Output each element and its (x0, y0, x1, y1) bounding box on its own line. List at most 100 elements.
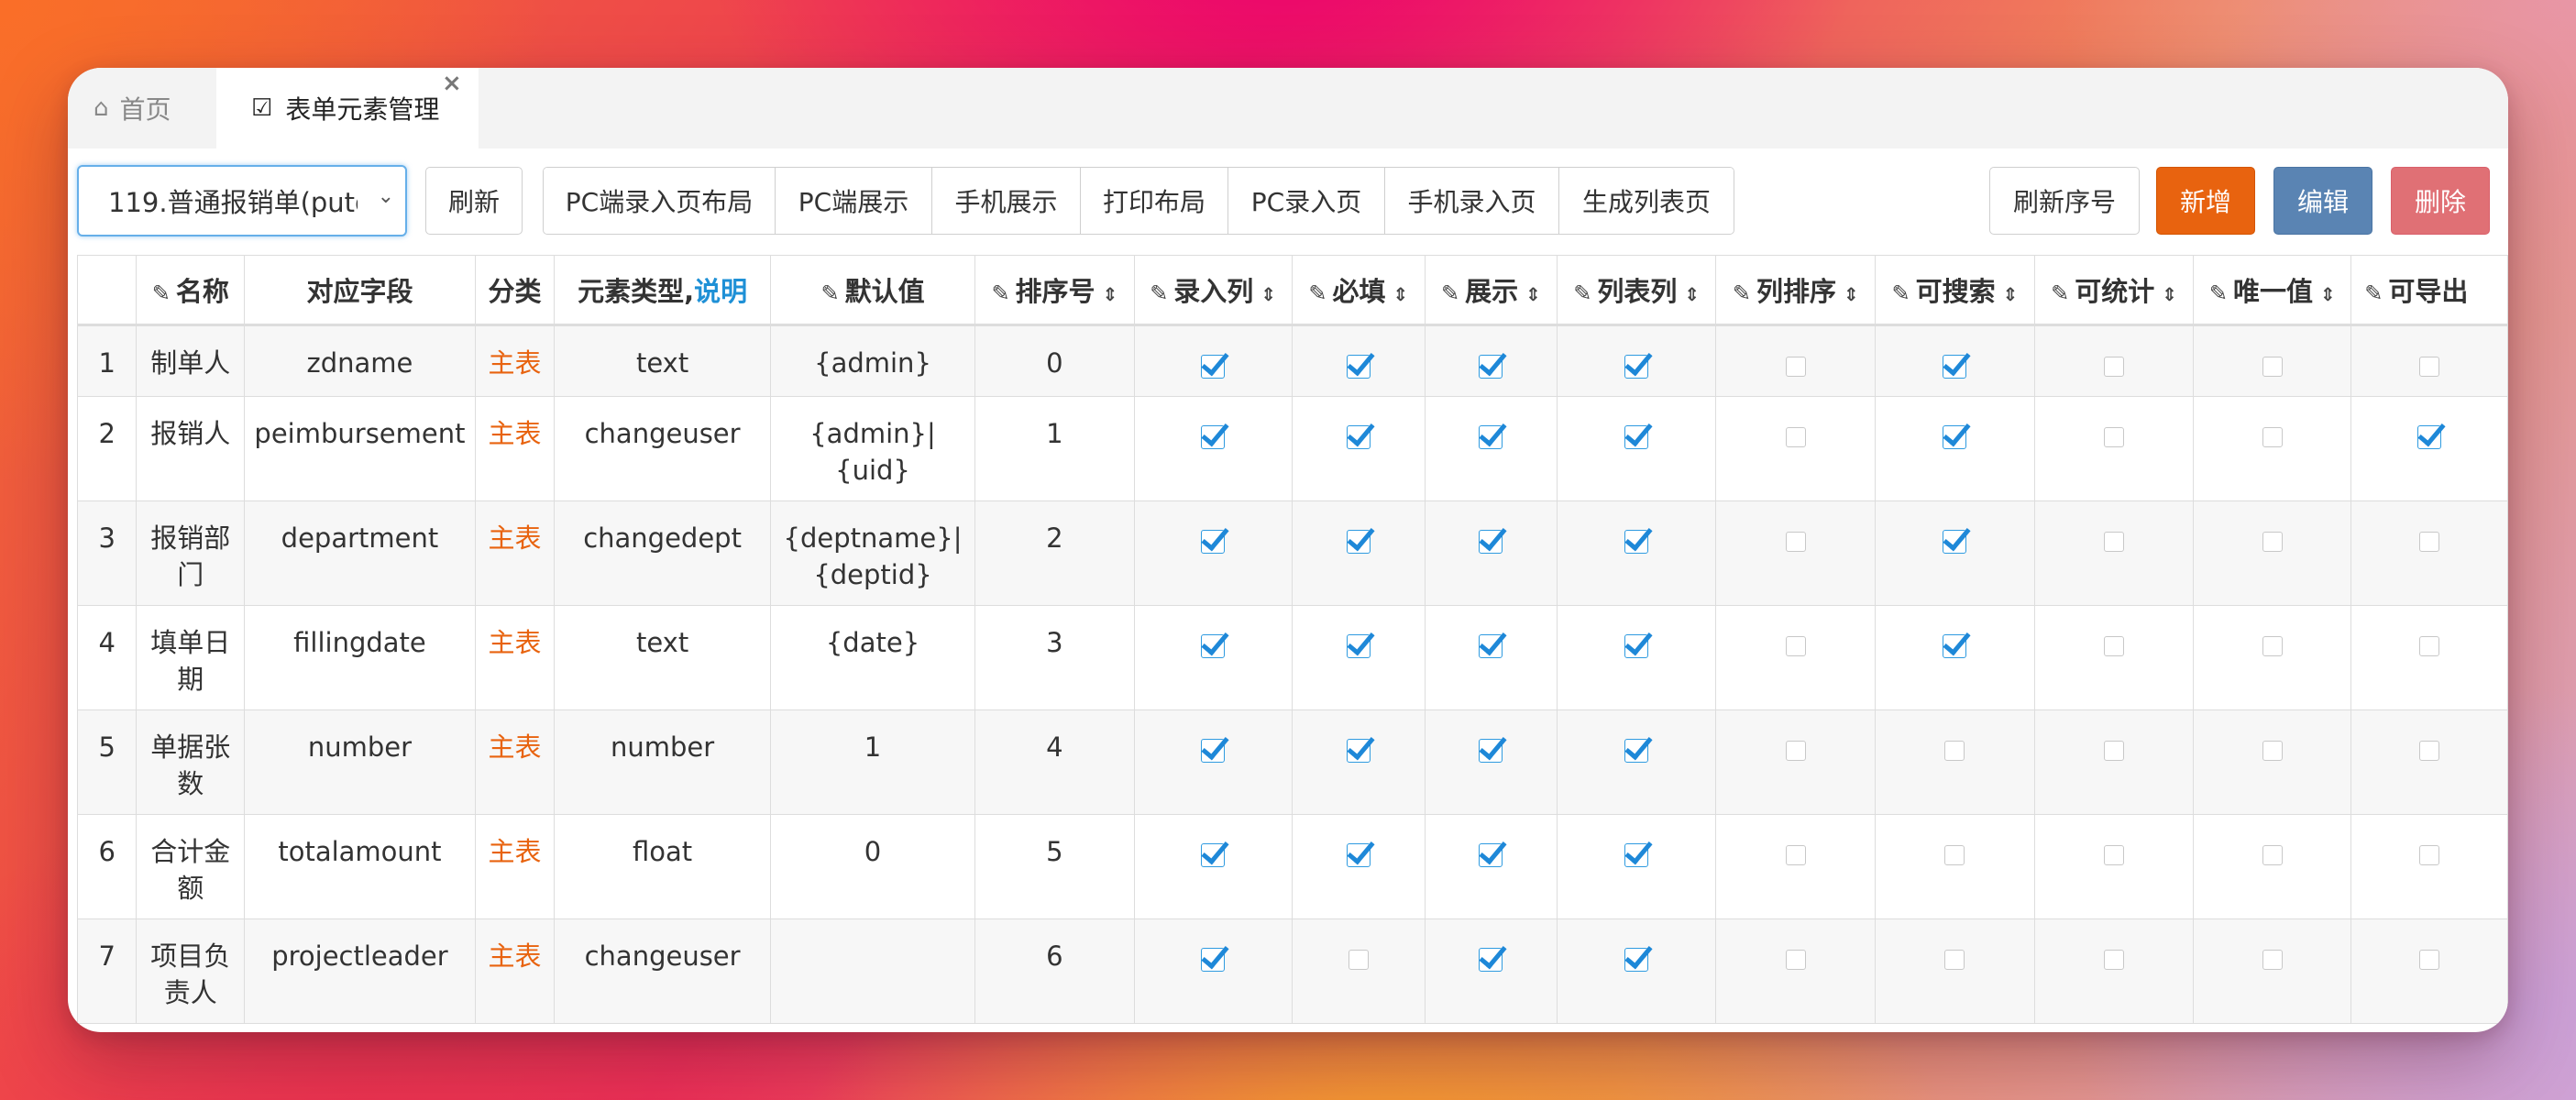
tab-form-elements[interactable]: ☑ 表单元素管理 (216, 68, 479, 148)
checkbox-checked[interactable] (1346, 355, 1371, 379)
checkbox-checked[interactable] (1201, 843, 1226, 867)
checkbox-unchecked[interactable] (1944, 950, 1965, 970)
checkbox-unchecked[interactable] (2262, 950, 2283, 970)
header-required[interactable]: ✎ 必填 ⇕ (1291, 255, 1426, 326)
refresh-button[interactable]: 刷新 (425, 167, 523, 235)
checkbox-checked[interactable] (1943, 634, 1967, 658)
checkbox-checked[interactable] (1943, 530, 1967, 554)
checkbox-unchecked[interactable] (2104, 741, 2125, 761)
table-row[interactable]: 2 报销人 peimbursement 主表 changeuser {admin}|{ui… (76, 396, 2508, 501)
header-name[interactable]: ✎ 名称 (136, 255, 246, 326)
checkbox-unchecked[interactable] (1785, 357, 1806, 377)
header-default[interactable]: ✎ 默认值 (769, 255, 976, 326)
checkbox-unchecked[interactable] (2262, 741, 2283, 761)
checkbox-unchecked[interactable] (2419, 950, 2440, 970)
checkbox-unchecked[interactable] (2104, 357, 2125, 377)
checkbox-checked[interactable] (1624, 355, 1649, 379)
checkbox-checked[interactable] (1479, 425, 1503, 449)
checkbox-checked[interactable] (1346, 634, 1371, 658)
checkbox-checked[interactable] (1479, 739, 1503, 763)
checkbox-checked[interactable] (1624, 634, 1649, 658)
checkbox-unchecked[interactable] (1785, 845, 1806, 865)
header-exportable[interactable]: ✎ 可导出 (2350, 255, 2508, 326)
header-sort[interactable]: ✎ 排序号 ⇕ (974, 255, 1135, 326)
checkbox-checked[interactable] (1201, 530, 1226, 554)
checkbox-unchecked[interactable] (2104, 427, 2125, 447)
checkbox-unchecked[interactable] (2262, 636, 2283, 656)
checkbox-unchecked[interactable] (1348, 950, 1369, 970)
type-help-link[interactable]: 说明 (694, 276, 747, 307)
checkbox-unchecked[interactable] (1944, 845, 1965, 865)
refresh-sequence-button[interactable]: 刷新序号 (1989, 167, 2140, 235)
mobile-input-page-button[interactable]: 手机录入页 (1385, 168, 1559, 234)
checkbox-checked[interactable] (1201, 355, 1226, 379)
checkbox-checked[interactable] (1943, 425, 1967, 449)
checkbox-unchecked[interactable] (2419, 532, 2440, 552)
checkbox-checked[interactable] (1346, 843, 1371, 867)
table-row[interactable]: 3 报销部门 department 主表 changedept {deptname}|{d… (76, 500, 2508, 606)
checkbox-checked[interactable] (1479, 948, 1503, 972)
checkbox-unchecked[interactable] (2104, 950, 2125, 970)
generate-list-page-button[interactable]: 生成列表页 (1559, 168, 1734, 234)
checkbox-unchecked[interactable] (2262, 845, 2283, 865)
checkbox-unchecked[interactable] (2419, 741, 2440, 761)
checkbox-unchecked[interactable] (2104, 532, 2125, 552)
checkbox-checked[interactable] (2417, 425, 2442, 449)
checkbox-checked[interactable] (1346, 530, 1371, 554)
header-input-col[interactable]: ✎ 录入列 ⇕ (1133, 255, 1293, 326)
delete-button[interactable]: 删除 (2391, 167, 2490, 235)
checkbox-unchecked[interactable] (1785, 532, 1806, 552)
checkbox-checked[interactable] (1624, 843, 1649, 867)
header-display[interactable]: ✎ 展示 ⇕ (1425, 255, 1558, 326)
checkbox-unchecked[interactable] (2262, 357, 2283, 377)
header-list-sort[interactable]: ✎ 列排序 ⇕ (1715, 255, 1877, 326)
table-row[interactable]: 4 填单日期 fillingdate 主表 text {date} 3 (76, 605, 2508, 710)
header-list-col[interactable]: ✎ 列表列 ⇕ (1556, 255, 1717, 326)
header-statistics[interactable]: ✎ 可统计 ⇕ (2033, 255, 2195, 326)
table-row[interactable]: 5 单据张数 number 主表 number 1 4 (76, 710, 2508, 815)
checkbox-checked[interactable] (1201, 948, 1226, 972)
cell-field-text: fillingdate (293, 627, 426, 658)
checkbox-checked[interactable] (1479, 355, 1503, 379)
checkbox-unchecked[interactable] (2262, 427, 2283, 447)
checkbox-unchecked[interactable] (2419, 636, 2440, 656)
form-select[interactable]: 119.普通报销单(putong ⌄ (77, 165, 407, 236)
checkbox-unchecked[interactable] (1785, 741, 1806, 761)
checkbox-unchecked[interactable] (1785, 427, 1806, 447)
cell-checkbox (1556, 710, 1717, 815)
header-searchable[interactable]: ✎ 可搜索 ⇕ (1875, 255, 2035, 326)
checkbox-checked[interactable] (1624, 739, 1649, 763)
edit-button[interactable]: 编辑 (2273, 167, 2372, 235)
checkbox-checked[interactable] (1624, 948, 1649, 972)
checkbox-checked[interactable] (1479, 530, 1503, 554)
table-row[interactable]: 6 合计金额 totalamount 主表 float 0 5 (76, 814, 2508, 919)
checkbox-checked[interactable] (1346, 739, 1371, 763)
table-row[interactable]: 7 项目负责人 projectleader 主表 changeuser 6 (76, 918, 2508, 1024)
print-layout-button[interactable]: 打印布局 (1081, 168, 1228, 234)
checkbox-checked[interactable] (1624, 530, 1649, 554)
checkbox-checked[interactable] (1201, 634, 1226, 658)
checkbox-checked[interactable] (1346, 425, 1371, 449)
pc-input-layout-button[interactable]: PC端录入页布局 (544, 168, 776, 234)
header-unique[interactable]: ✎ 唯一值 ⇕ (2193, 255, 2352, 326)
checkbox-checked[interactable] (1479, 843, 1503, 867)
close-icon[interactable]: × (442, 70, 462, 97)
add-button[interactable]: 新增 (2156, 167, 2255, 235)
checkbox-checked[interactable] (1201, 739, 1226, 763)
checkbox-unchecked[interactable] (2419, 845, 2440, 865)
table-row[interactable]: 1 制单人 zdname 主表 text {admin} 0 (76, 324, 2508, 397)
checkbox-unchecked[interactable] (2262, 532, 2283, 552)
pc-display-button[interactable]: PC端展示 (776, 168, 932, 234)
checkbox-checked[interactable] (1479, 634, 1503, 658)
mobile-display-button[interactable]: 手机展示 (932, 168, 1081, 234)
checkbox-unchecked[interactable] (2104, 845, 2125, 865)
checkbox-unchecked[interactable] (2104, 636, 2125, 656)
checkbox-unchecked[interactable] (2419, 357, 2440, 377)
checkbox-unchecked[interactable] (1785, 636, 1806, 656)
pc-input-page-button[interactable]: PC录入页 (1228, 168, 1385, 234)
checkbox-checked[interactable] (1624, 425, 1649, 449)
checkbox-unchecked[interactable] (1944, 741, 1965, 761)
checkbox-unchecked[interactable] (1785, 950, 1806, 970)
checkbox-checked[interactable] (1943, 355, 1967, 379)
checkbox-checked[interactable] (1201, 425, 1226, 449)
